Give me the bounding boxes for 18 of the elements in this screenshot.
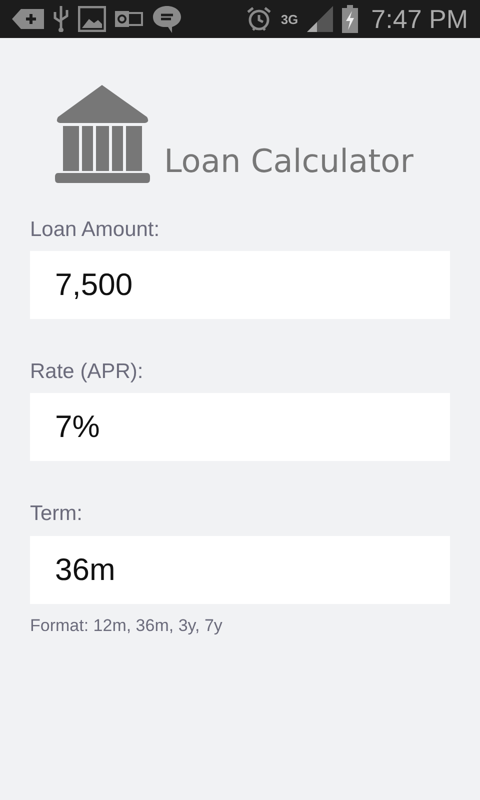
chat-icon	[152, 5, 182, 33]
alarm-icon	[246, 6, 272, 32]
clock-time: 7:47 PM	[371, 4, 468, 34]
field-label: Term:	[30, 501, 84, 527]
field-label: Loan Amount:	[30, 217, 161, 242]
input-field[interactable]: 36m	[30, 536, 450, 604]
input-field[interactable]: 7,500	[30, 251, 450, 320]
bank-icon	[55, 85, 150, 183]
battery-charging-icon	[342, 5, 358, 33]
input-field[interactable]: 7%	[30, 393, 450, 462]
image-icon	[78, 6, 106, 32]
signal-icon	[307, 6, 334, 32]
app-title: Loan Calculator	[164, 145, 414, 177]
field-label: Rate (APR):	[30, 359, 144, 384]
add-icon	[12, 8, 44, 30]
format-hint: Format: 12m, 36m, 3y, 7y	[30, 616, 224, 636]
network-type: 3G	[280, 12, 298, 26]
usb-icon	[53, 6, 69, 32]
